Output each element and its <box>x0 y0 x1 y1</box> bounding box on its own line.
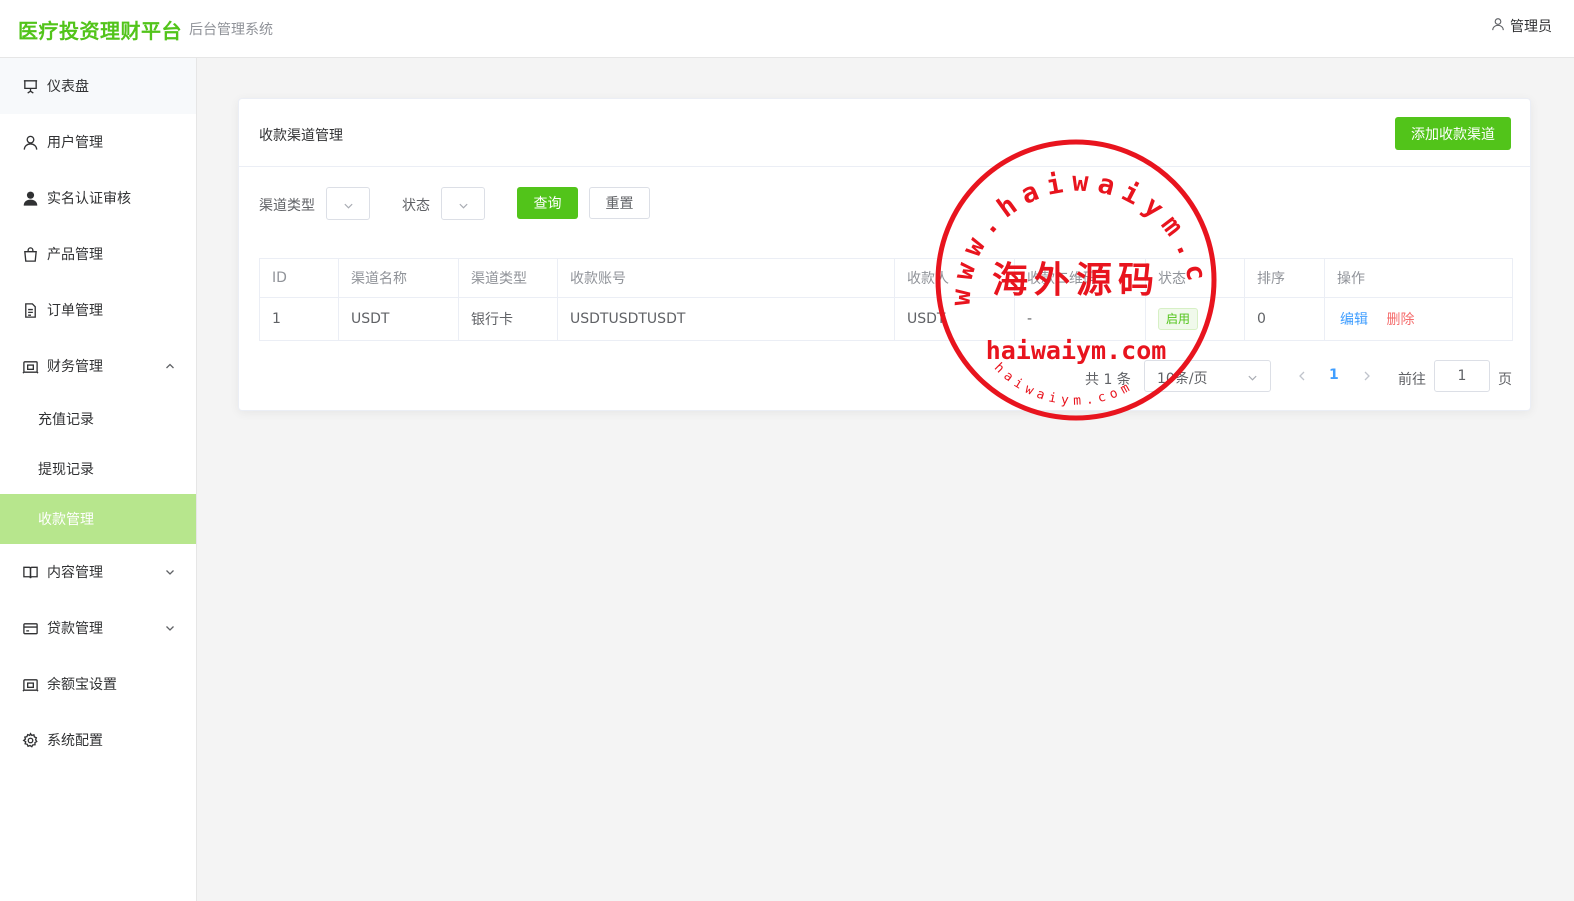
column-header: ID <box>259 258 339 298</box>
user-icon <box>21 133 39 151</box>
chevron-left-icon[interactable] <box>1295 369 1309 383</box>
sidebar-subitem-payment-channels[interactable]: 收款管理 <box>0 494 196 544</box>
reset-button[interactable]: 重置 <box>589 187 650 219</box>
chevron-down-icon <box>1248 375 1257 381</box>
sidebar-item-verification[interactable]: 实名认证审核 <box>0 170 196 226</box>
sidebar-item-content[interactable]: 内容管理 <box>0 544 196 600</box>
column-header: 状态 <box>1145 258 1245 298</box>
sidebar-item-label: 实名认证审核 <box>47 191 131 207</box>
sidebar-item-orders[interactable]: 订单管理 <box>0 282 196 338</box>
column-header: 渠道名称 <box>338 258 459 298</box>
wallet-icon <box>21 675 39 693</box>
chevron-down-icon <box>344 203 353 209</box>
brand-subtitle: 后台管理系统 <box>189 22 273 38</box>
table-row: 1 USDT 银行卡 USDTUSDTUSDT USDT - 启用 0 编辑 删… <box>259 297 1513 341</box>
chevron-up-icon <box>166 363 174 369</box>
sidebar-subitem-label: 充值记录 <box>38 412 94 428</box>
sidebar-item-label: 系统配置 <box>47 733 103 749</box>
top-header: 医疗投资理财平台 后台管理系统 管理员 <box>0 0 1574 58</box>
sidebar-item-label: 用户管理 <box>47 135 103 151</box>
wallet-icon <box>21 357 39 375</box>
status-badge: 启用 <box>1158 308 1199 330</box>
sidebar-subitem-label: 提现记录 <box>38 462 94 478</box>
chevron-down-icon <box>459 203 468 209</box>
sidebar-item-system-config[interactable]: 系统配置 <box>0 712 196 768</box>
cell-sort: 0 <box>1244 297 1325 341</box>
pagination-total: 共 1 条 <box>1085 372 1131 388</box>
page-title: 收款渠道管理 <box>259 128 343 144</box>
page-suffix: 页 <box>1498 372 1512 388</box>
channel-type-select[interactable] <box>326 187 370 220</box>
edit-link[interactable]: 编辑 <box>1340 312 1368 328</box>
column-header: 收款人 <box>894 258 1015 298</box>
page-size-value: 10条/页 <box>1157 371 1208 387</box>
page-number-current[interactable]: 1 <box>1329 367 1339 383</box>
sidebar-subitem-label: 收款管理 <box>38 512 94 528</box>
column-header: 排序 <box>1244 258 1325 298</box>
gear-icon <box>21 731 39 749</box>
cell-name: USDT <box>338 297 459 341</box>
status-label: 状态 <box>402 198 430 214</box>
chevron-down-icon <box>166 626 174 631</box>
sidebar: 仪表盘 用户管理 实名认证审核 产品管理 订单管理 财务管理 充值记录 提现记录 <box>0 58 197 901</box>
sidebar-item-label: 内容管理 <box>47 565 103 581</box>
chevron-down-icon <box>166 570 174 575</box>
user-solid-icon <box>21 189 39 207</box>
page-size-select[interactable]: 10条/页 <box>1144 360 1271 392</box>
query-button[interactable]: 查询 <box>517 187 578 219</box>
cell-id: 1 <box>259 297 339 341</box>
sidebar-item-dashboard[interactable]: 仪表盘 <box>0 58 196 114</box>
status-select[interactable] <box>441 187 485 220</box>
payment-channel-card: 收款渠道管理 添加收款渠道 渠道类型 状态 查询 重置 ID 渠道名称 渠道类型… <box>238 98 1531 411</box>
column-header: 渠道类型 <box>458 258 558 298</box>
channel-table: ID 渠道名称 渠道类型 收款账号 收款人 收款二维码 状态 排序 操作 1 U… <box>259 258 1513 341</box>
shopping-bag-icon <box>21 245 39 263</box>
cell-actions: 编辑 删除 <box>1324 297 1513 341</box>
sidebar-item-label: 贷款管理 <box>47 621 103 637</box>
sidebar-item-label: 仪表盘 <box>47 79 89 95</box>
column-header: 收款账号 <box>557 258 895 298</box>
sidebar-item-label: 财务管理 <box>47 359 103 375</box>
column-header: 收款二维码 <box>1014 258 1146 298</box>
chevron-right-icon[interactable] <box>1360 369 1374 383</box>
user-name: 管理员 <box>1510 19 1552 35</box>
add-channel-button[interactable]: 添加收款渠道 <box>1395 117 1511 150</box>
document-icon <box>21 301 39 319</box>
credit-card-icon <box>21 619 39 637</box>
presentation-board-icon <box>21 77 39 95</box>
user-icon <box>1491 17 1505 35</box>
sidebar-item-balance-settings[interactable]: 余额宝设置 <box>0 656 196 712</box>
book-icon <box>21 563 39 581</box>
sidebar-item-products[interactable]: 产品管理 <box>0 226 196 282</box>
cell-type: 银行卡 <box>458 297 558 341</box>
sidebar-item-finance[interactable]: 财务管理 <box>0 338 196 394</box>
sidebar-item-users[interactable]: 用户管理 <box>0 114 196 170</box>
sidebar-item-label: 产品管理 <box>47 247 103 263</box>
channel-type-label: 渠道类型 <box>259 198 315 214</box>
table-header-row: ID 渠道名称 渠道类型 收款账号 收款人 收款二维码 状态 排序 操作 <box>259 258 1513 298</box>
cell-payee: USDT <box>894 297 1015 341</box>
sidebar-subitem-recharge[interactable]: 充值记录 <box>0 394 196 444</box>
sidebar-item-loans[interactable]: 贷款管理 <box>0 600 196 656</box>
user-menu[interactable]: 管理员 <box>1491 16 1552 36</box>
goto-label: 前往 <box>1398 372 1426 388</box>
sidebar-subitem-withdraw[interactable]: 提现记录 <box>0 444 196 494</box>
cell-qrcode: - <box>1014 297 1146 341</box>
goto-page-input[interactable] <box>1434 360 1490 392</box>
delete-link[interactable]: 删除 <box>1386 312 1414 328</box>
column-header: 操作 <box>1324 258 1513 298</box>
card-header: 收款渠道管理 添加收款渠道 <box>239 99 1530 167</box>
cell-status: 启用 <box>1145 297 1245 341</box>
cell-account: USDTUSDTUSDT <box>557 297 895 341</box>
sidebar-item-label: 订单管理 <box>47 303 103 319</box>
sidebar-item-label: 余额宝设置 <box>47 677 117 693</box>
brand-title: 医疗投资理财平台 <box>18 19 182 43</box>
